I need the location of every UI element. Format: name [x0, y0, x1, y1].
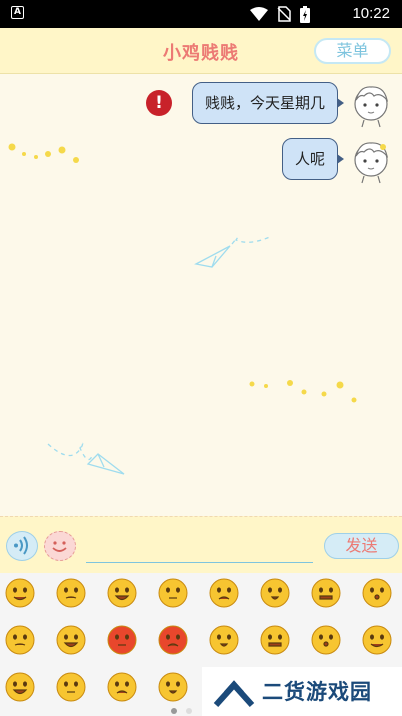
emoji-item[interactable] [209, 578, 239, 608]
page-indicator [171, 708, 192, 714]
chat-area[interactable]: ! 贱贱，今天星期几 人呢 [0, 74, 402, 516]
battery-charging-icon [300, 5, 310, 23]
emoji-item[interactable] [362, 578, 392, 608]
emoji-item[interactable] [311, 625, 341, 655]
emoji-item[interactable] [209, 625, 239, 655]
emoji-item[interactable] [107, 578, 137, 608]
emoji-item[interactable] [158, 578, 188, 608]
chevron-logo-icon [213, 680, 255, 708]
watermark-text: 二货游戏园 [262, 680, 372, 704]
stars-decoration-right [249, 380, 357, 403]
emoji-item[interactable] [311, 578, 341, 608]
message-bubble[interactable]: 人呢 [281, 138, 345, 180]
menu-button[interactable]: 菜单 [314, 38, 391, 64]
page-dot[interactable] [186, 708, 192, 714]
page-dot[interactable] [171, 708, 177, 714]
composer-bar: 发送 [0, 516, 402, 573]
send-button[interactable]: 发送 [324, 533, 399, 559]
emoji-item[interactable] [107, 672, 137, 702]
message-bubble[interactable]: 贱贱，今天星期几 [191, 82, 345, 124]
emoji-button[interactable] [44, 531, 76, 561]
sound-wave-icon [14, 536, 28, 555]
emoji-item[interactable] [260, 625, 290, 655]
app-header: 小鸡贱贱 菜单 [0, 28, 402, 74]
emoji-item[interactable] [56, 672, 86, 702]
avatar [354, 86, 389, 128]
message-input[interactable] [86, 531, 313, 563]
stars-decoration-left [8, 143, 79, 163]
message-row: 人呢 [281, 138, 402, 184]
emoji-item[interactable] [56, 578, 86, 608]
watermark: 二货游戏园 [202, 667, 402, 716]
clock: 10:22 [352, 5, 390, 22]
emoji-item[interactable] [5, 625, 35, 655]
send-failed-icon[interactable]: ! [145, 90, 172, 116]
emoji-item[interactable] [158, 625, 188, 655]
paper-plane-decoration-top [194, 235, 273, 268]
smiley-icon [52, 541, 67, 552]
emoji-item[interactable] [5, 672, 35, 702]
status-icons [250, 4, 310, 24]
emoji-item[interactable] [107, 625, 137, 655]
wifi-icon [250, 7, 268, 21]
status-indicator: A [11, 6, 24, 19]
no-sim-icon [277, 6, 291, 22]
emoji-item[interactable] [362, 625, 392, 655]
paper-plane-decoration-bottom [47, 442, 125, 475]
status-bar: A 10:22 [0, 0, 402, 28]
avatar [354, 142, 389, 184]
emoji-item[interactable] [56, 625, 86, 655]
emoji-item[interactable] [260, 578, 290, 608]
emoji-item[interactable] [158, 672, 188, 702]
message-row: ! 贱贱，今天星期几 [145, 82, 402, 128]
voice-button[interactable] [6, 531, 38, 561]
emoji-item[interactable] [5, 578, 35, 608]
